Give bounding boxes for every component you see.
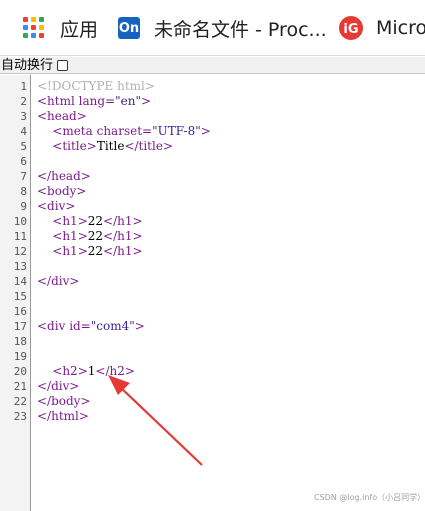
bookmark-apps[interactable]: 应用 <box>23 0 98 56</box>
code-editor[interactable]: 1 2 3 4 5 6 7 8 9 10 11 12 13 14 15 16 17 18 19 20 21 22 23 <!… <box>0 75 425 511</box>
bookmark-micro-label: Micro <box>376 17 425 39</box>
bookmark-micro[interactable]: iG Micro <box>338 0 425 56</box>
word-wrap-checkbox[interactable] <box>57 59 69 71</box>
bookmark-processon-label: 未命名文件 - Proc... <box>154 18 327 41</box>
bookmark-apps-label: 应用 <box>60 18 99 41</box>
editor-toolbar: 自动换行 <box>0 57 425 74</box>
annotation-arrow <box>108 375 203 466</box>
word-wrap-label: 自动换行 <box>1 57 54 73</box>
processon-icon: On <box>118 17 140 39</box>
apps-grid-icon <box>23 17 45 39</box>
microsoft-logo-icon: iG <box>339 16 363 40</box>
watermark: CSDN @log.info（小吕同学） <box>314 493 425 502</box>
bookmark-processon[interactable]: On 未命名文件 - Proc... <box>118 0 327 56</box>
svg-text:iG: iG <box>343 22 358 37</box>
bookmarks-bar: 应用 On 未命名文件 - Proc... iG Micro <box>0 0 425 56</box>
